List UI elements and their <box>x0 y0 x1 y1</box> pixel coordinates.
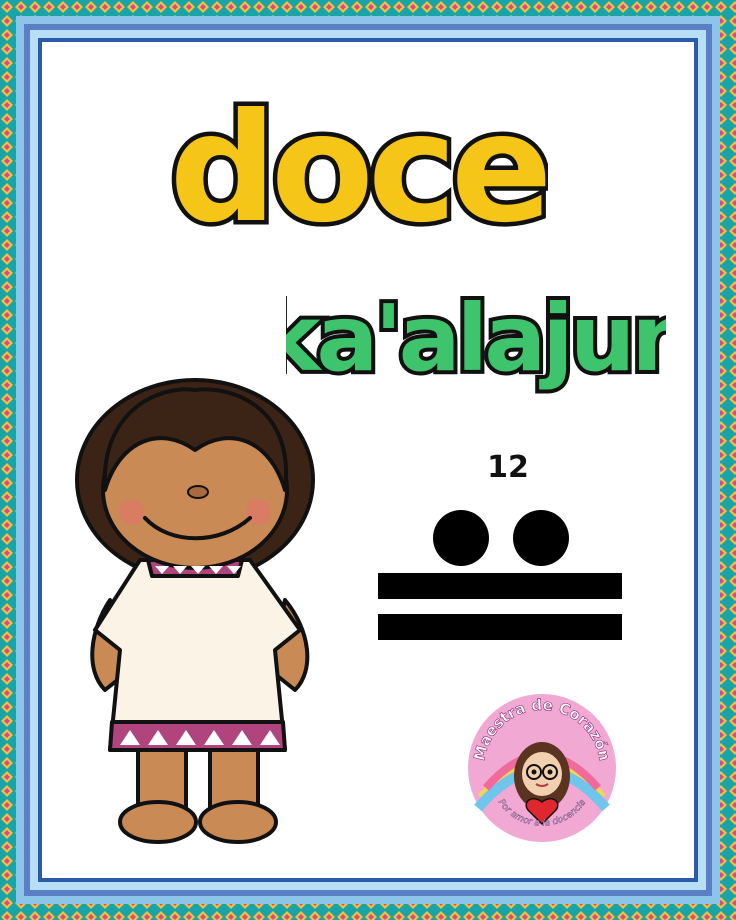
maya-bar <box>378 573 622 599</box>
child-illustration <box>75 378 315 844</box>
svg-text:ka'alajun: ka'alajun <box>286 285 666 392</box>
maya-dot <box>433 510 489 566</box>
arabic-numeral: 12 <box>487 450 529 485</box>
maya-number-word: ka'alajun <box>286 281 666 396</box>
maya-dot <box>513 510 569 566</box>
brand-logo: Maestra de Corazón Por amor a la docenci… <box>464 690 620 846</box>
maya-bar <box>378 614 622 640</box>
spanish-number-word: doce <box>168 78 548 261</box>
svg-text:doce: doce <box>169 82 546 256</box>
